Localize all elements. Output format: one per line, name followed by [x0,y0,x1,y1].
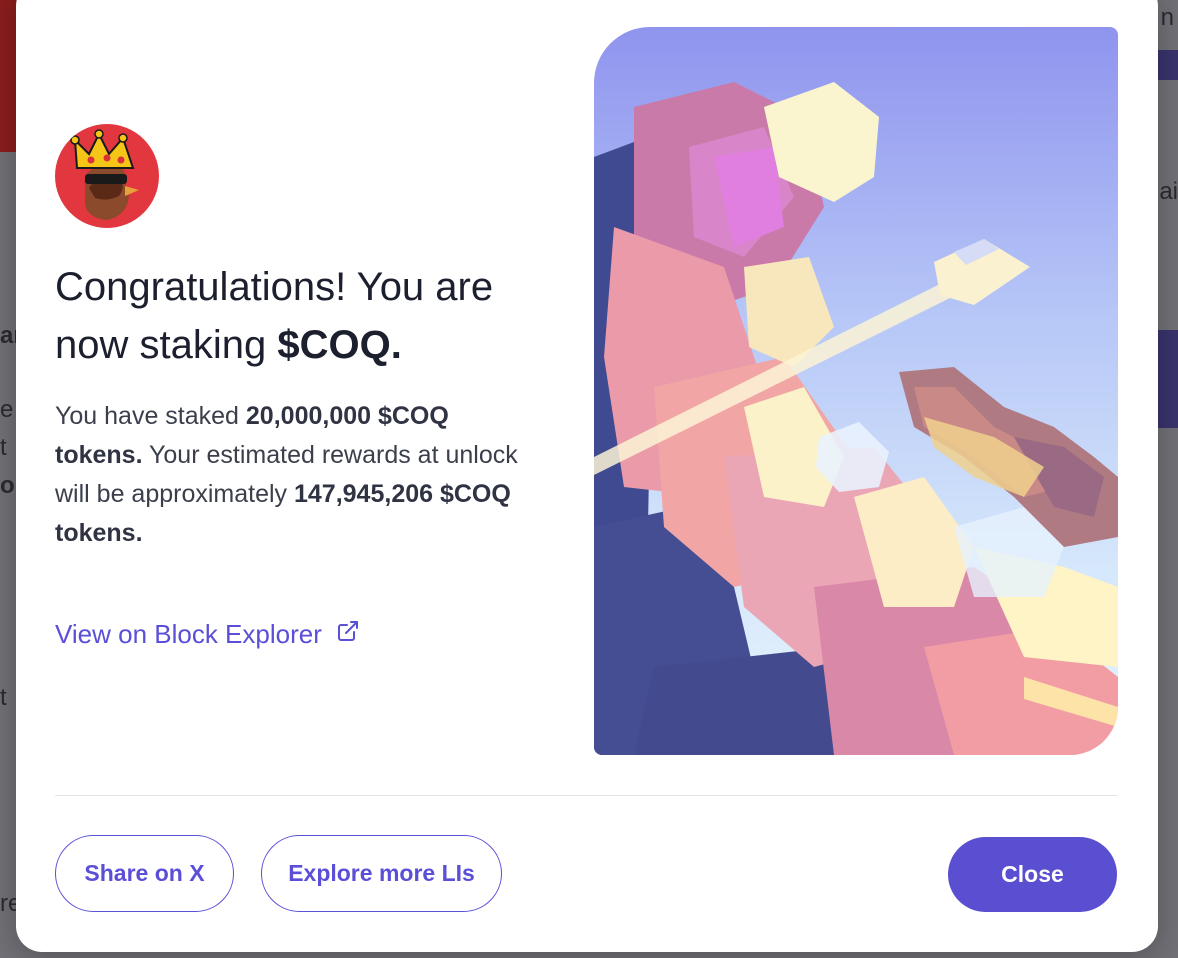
background-text-fragment: t [0,434,7,461]
share-on-x-button[interactable]: Share on X [55,835,234,912]
background-text-fragment: t [0,684,7,711]
external-link-icon [336,619,360,650]
background-text-fragment: e [0,396,14,423]
footer-divider [55,795,1118,796]
headline-lead-text: Congratulations! You are now staking [55,265,494,367]
summary-intro: You have staked [55,402,246,430]
explore-more-lis-button[interactable]: Explore more LIs [261,835,502,912]
explorer-link-label: View on Block Explorer [55,619,322,649]
modal-headline: Congratulations! You are now staking $CO… [55,258,575,374]
staking-illustration [594,27,1118,755]
coq-avatar-icon [55,124,159,228]
background-text-fragment: ai [1159,178,1178,205]
background-text-fragment: o [0,472,15,499]
staking-success-modal: Congratulations! You are now staking $CO… [16,0,1158,952]
close-button[interactable]: Close [948,837,1117,912]
view-on-block-explorer-link[interactable]: View on Block Explorer [55,619,360,650]
staking-summary-text: You have staked 20,000,000 $COQ tokens. … [55,397,525,553]
background-text-fragment: n [1160,4,1174,31]
headline-token-text: $COQ. [277,323,402,367]
